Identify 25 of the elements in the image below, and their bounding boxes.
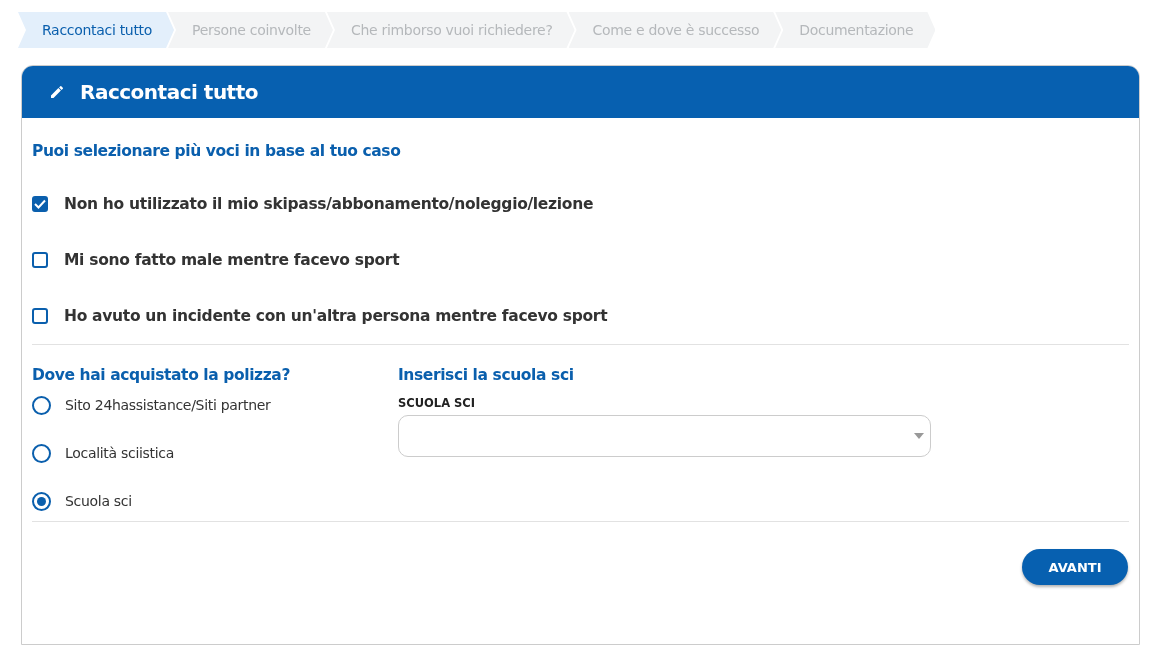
radio-button[interactable] [32, 491, 51, 511]
checkbox[interactable] [32, 252, 48, 268]
radio-label: Sito 24hassistance/Siti partner [65, 397, 271, 413]
field-label: SCUOLA SCI [398, 396, 477, 410]
section-heading: Dove hai acquistato la polizza? [32, 366, 291, 384]
radio-label: Località sciistica [65, 445, 174, 461]
step-tab[interactable]: Raccontaci tutto [18, 12, 175, 48]
step-tab[interactable]: Come e dove è successo [568, 12, 782, 48]
radio-label: Scuola sci [65, 493, 132, 509]
section-heading: Inserisci la scuola sci [398, 366, 575, 384]
step-tab[interactable]: Persone coinvolte [168, 12, 333, 48]
dropdown-caret-icon [914, 433, 924, 439]
checkbox[interactable] [32, 196, 48, 212]
checkbox-label: Ho avuto un incidente con un'altra persona mentre facevo sport [64, 307, 608, 325]
radio-button[interactable] [32, 443, 51, 463]
checkbox-label: Non ho utilizzato il mio skipass/abbonamento/noleggio/lezione [64, 195, 594, 213]
section-heading: Puoi selezionare più voci in base al tuo caso [32, 142, 402, 160]
checkbox-label: Mi sono fatto male mentre facevo sport [64, 251, 400, 269]
pencil-icon [50, 85, 64, 99]
next-button[interactable]: AVANTI [1022, 549, 1128, 585]
card-title: Raccontaci tutto [80, 80, 258, 104]
checkbox[interactable] [32, 308, 48, 324]
step-tab[interactable]: Che rimborso vuoi richiedere? [326, 12, 575, 48]
step-tab[interactable]: Documentazione [775, 12, 936, 48]
radio-button[interactable] [32, 395, 51, 415]
